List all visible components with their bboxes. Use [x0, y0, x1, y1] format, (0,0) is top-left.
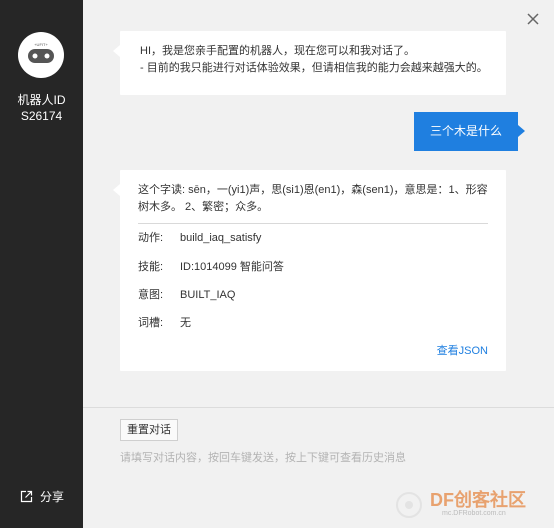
detail-value: BUILT_IAQ: [180, 289, 236, 301]
detail-value: build_iaq_satisfy: [180, 232, 262, 244]
greeting-message: HI，我是您亲手配置的机器人，现在您可以和我对话了。 - 目前的我只能进行对话体…: [113, 31, 506, 95]
watermark-url: mc.DFRobot.com.cn: [442, 510, 506, 517]
avatar-badge: +UFIT+: [34, 42, 48, 47]
robot-id-label: 机器人ID: [17, 93, 66, 107]
detail-row-skill: 技能: ID:1014099 智能问答: [138, 258, 284, 274]
detail-value: ID:1014099 智能问答: [180, 261, 284, 273]
detail-row-action: 动作: build_iaq_satisfy: [138, 229, 261, 245]
detail-row-slot: 词槽: 无: [138, 314, 191, 330]
watermark: DF创客社区 mc.DFRobot.com.cn: [394, 486, 544, 524]
greeting-line: HI，我是您亲手配置的机器人，现在您可以和我对话了。: [140, 45, 415, 57]
detail-row-intent: 意图: BUILT_IAQ: [138, 286, 235, 302]
user-message: 三个木是什么: [414, 112, 525, 151]
detail-key: 技能:: [138, 261, 164, 273]
watermark-brand-prefix: DF: [430, 490, 454, 510]
share-button[interactable]: 分享: [20, 488, 64, 505]
robot-avatar: +UFIT+: [18, 32, 64, 78]
greeting-line: - 目前的我只能进行对话体验效果，但请相信我的能力会越来越强大的。: [140, 62, 488, 74]
answer-message: 这个字读: sēn，一(yi1)声，思(si1)恩(en1)，森(sen1)，意…: [113, 170, 506, 371]
robot-id-value: S26174: [20, 109, 63, 123]
reset-dialog-button[interactable]: 重置对话: [120, 419, 178, 441]
detail-key: 词槽:: [138, 317, 164, 329]
answer-text: 这个字读: sēn，一(yi1)声，思(si1)恩(en1)，森(sen1)，意…: [138, 182, 488, 224]
robot-id: 机器人ID S26174: [0, 92, 83, 124]
detail-key: 动作:: [138, 232, 164, 244]
dfrobot-logo-icon: [396, 492, 422, 518]
view-json-link[interactable]: 查看JSON: [437, 342, 488, 358]
detail-value: 无: [180, 317, 191, 329]
robot-face-icon: +UFIT+: [28, 42, 54, 63]
detail-key: 意图:: [138, 289, 164, 301]
chat-input[interactable]: [120, 448, 520, 468]
share-label: 分享: [40, 490, 65, 504]
sidebar: +UFIT+ 机器人ID S26174 分享: [0, 0, 83, 528]
watermark-brand: DF创客社区: [430, 486, 526, 512]
close-icon[interactable]: [526, 12, 540, 26]
watermark-brand-name: 创客社区: [454, 490, 526, 510]
share-icon: [20, 490, 33, 503]
input-divider: [83, 407, 554, 408]
